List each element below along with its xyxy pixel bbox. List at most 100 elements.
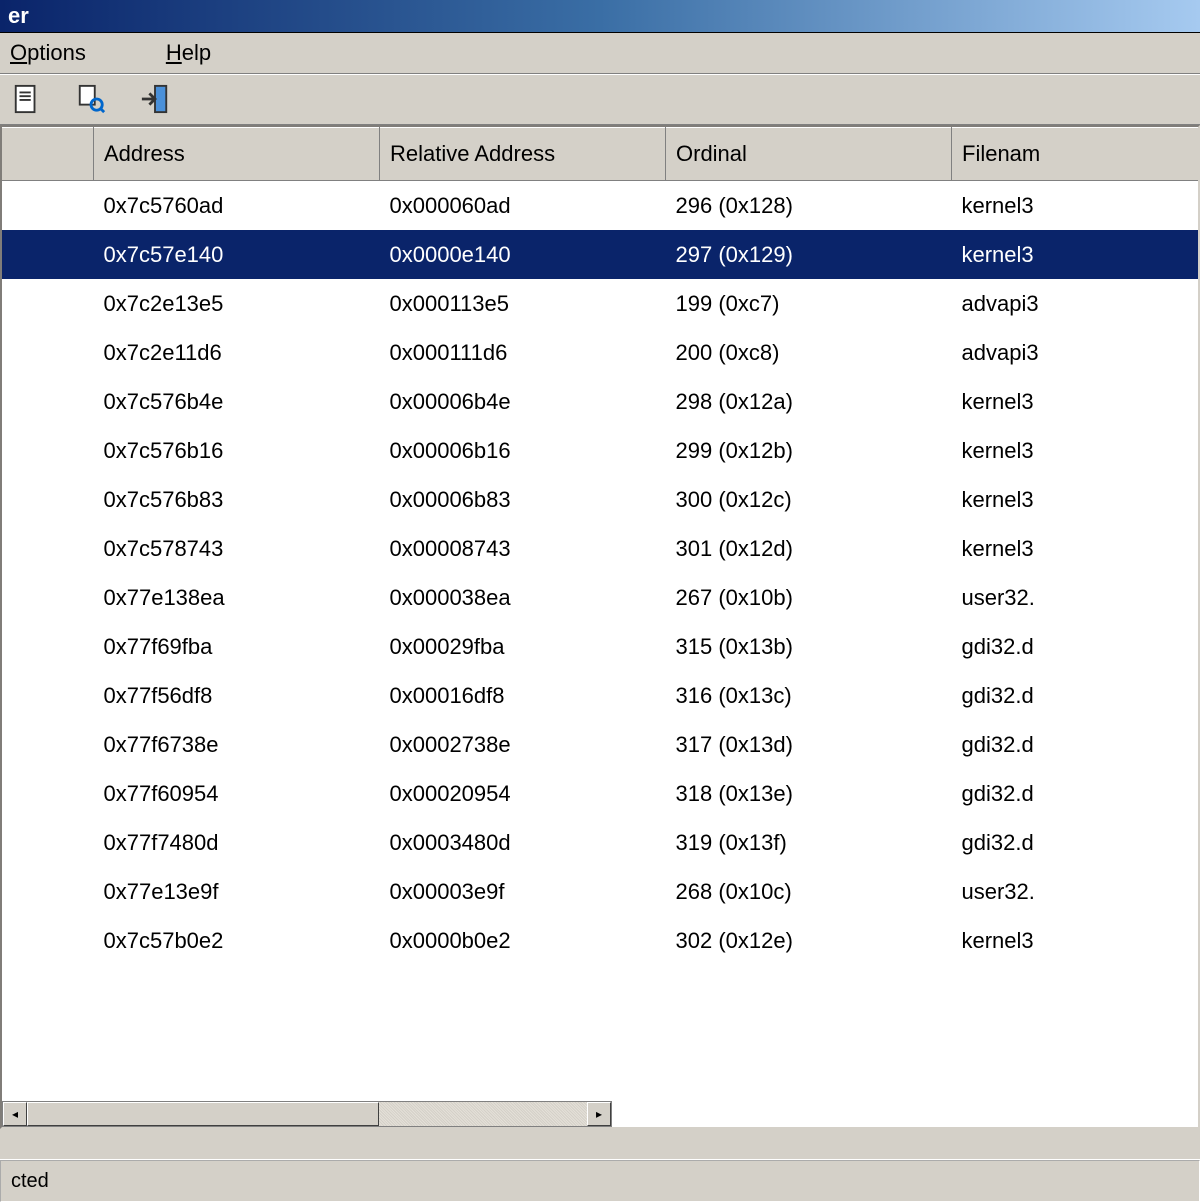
cell-name <box>0 279 94 328</box>
toolbar <box>0 74 1200 125</box>
cell-name: dow <box>0 867 94 916</box>
horizontal-scrollbar[interactable]: ◂ ▸ <box>2 1101 612 1127</box>
cell-file: kernel3 <box>952 475 1200 524</box>
table-row[interactable]: 0x7c576b830x00006b83300 (0x12c)kernel3 <box>0 475 1200 524</box>
cell-rel: 0x000038ea <box>380 573 666 622</box>
table-row[interactable]: us0x77f69fba0x00029fba315 (0x13b)gdi32.d <box>0 622 1200 671</box>
menu-help[interactable]: Help <box>166 40 251 66</box>
title-text: er <box>8 3 29 29</box>
cell-ord: 297 (0x129) <box>666 230 952 279</box>
column-header-filename[interactable]: Filenam <box>952 128 1200 181</box>
cell-ord: 316 (0x13c) <box>666 671 952 720</box>
cell-name <box>0 426 94 475</box>
cell-file: kernel3 <box>952 916 1200 965</box>
exit-icon[interactable] <box>138 82 172 116</box>
column-header-relative-address[interactable]: Relative Address <box>380 128 666 181</box>
cell-ord: 300 (0x12c) <box>666 475 952 524</box>
cell-ord: 199 (0xc7) <box>666 279 952 328</box>
menu-options-rest: ptions <box>27 40 86 65</box>
cell-name: ByHandle <box>0 230 94 279</box>
cell-rel: 0x00006b83 <box>380 475 666 524</box>
cell-addr: 0x77f69fba <box>94 622 380 671</box>
table-row[interactable]: ByHandle0x7c57e1400x0000e140297 (0x129)k… <box>0 230 1200 279</box>
cell-rel: 0x0002738e <box>380 720 666 769</box>
cell-file: gdi32.d <box>952 818 1200 867</box>
cell-ord: 299 (0x12b) <box>666 426 952 475</box>
cell-file: kernel3 <box>952 181 1200 231</box>
column-header-name[interactable] <box>0 128 94 181</box>
list-view[interactable]: Address Relative Address Ordinal Filenam… <box>0 125 1200 1129</box>
table-row[interactable]: 0x77f56df80x00016df8316 (0x13c)gdi32.d <box>0 671 1200 720</box>
cell-ord: 301 (0x12d) <box>666 524 952 573</box>
cell-file: gdi32.d <box>952 720 1200 769</box>
menu-help-rest: elp <box>182 40 211 65</box>
cell-addr: 0x77f6738e <box>94 720 380 769</box>
cell-name <box>0 328 94 377</box>
cell-rel: 0x0000e140 <box>380 230 666 279</box>
cell-addr: 0x77e13e9f <box>94 867 380 916</box>
cell-ord: 200 (0xc8) <box>666 328 952 377</box>
cell-ord: 319 (0x13f) <box>666 818 952 867</box>
cell-ord: 267 (0x10b) <box>666 573 952 622</box>
table-row[interactable]: dow0x77e13e9f0x00003e9f268 (0x10c)user32… <box>0 867 1200 916</box>
column-header-row: Address Relative Address Ordinal Filenam <box>0 128 1200 181</box>
column-header-ordinal[interactable]: Ordinal <box>666 128 952 181</box>
table-row[interactable]: 0x77e138ea0x000038ea267 (0x10b)user32. <box>0 573 1200 622</box>
table-row[interactable]: 0x7c5787430x00008743301 (0x12d)kernel3 <box>0 524 1200 573</box>
table-row[interactable]: nfoW0x77f609540x00020954318 (0x13e)gdi32… <box>0 769 1200 818</box>
cell-rel: 0x000113e5 <box>380 279 666 328</box>
cell-rel: 0x000060ad <box>380 181 666 231</box>
cell-file: user32. <box>952 867 1200 916</box>
cell-ord: 296 (0x128) <box>666 181 952 231</box>
document-properties-icon[interactable] <box>10 82 44 116</box>
cell-rel: 0x0003480d <box>380 818 666 867</box>
scroll-thumb[interactable] <box>27 1102 379 1126</box>
table-row[interactable]: 0x7c576b160x00006b16299 (0x12b)kernel3 <box>0 426 1200 475</box>
cell-ord: 317 (0x13d) <box>666 720 952 769</box>
cell-addr: 0x7c2e11d6 <box>94 328 380 377</box>
table-row[interactable]: 0x7c57b0e20x0000b0e2302 (0x12e)kernel3 <box>0 916 1200 965</box>
cell-rel: 0x00008743 <box>380 524 666 573</box>
cell-addr: 0x77f60954 <box>94 769 380 818</box>
search-icon[interactable] <box>74 82 108 116</box>
status-panel: cted <box>0 1160 1200 1202</box>
scroll-left-button[interactable]: ◂ <box>3 1102 27 1126</box>
table-row[interactable]: nges0x77f7480d0x0003480d319 (0x13f)gdi32… <box>0 818 1200 867</box>
cell-file: kernel3 <box>952 426 1200 475</box>
table-row[interactable]: 0x7c5760ad0x000060ad296 (0x128)kernel3 <box>0 181 1200 231</box>
scroll-track[interactable] <box>27 1102 587 1126</box>
cell-file: gdi32.d <box>952 671 1200 720</box>
cell-name <box>0 573 94 622</box>
cell-addr: 0x7c576b83 <box>94 475 380 524</box>
cell-rel: 0x0000b0e2 <box>380 916 666 965</box>
column-header-address[interactable]: Address <box>94 128 380 181</box>
cell-file: advapi3 <box>952 328 1200 377</box>
cell-addr: 0x7c5760ad <box>94 181 380 231</box>
cell-name <box>0 377 94 426</box>
cell-rel: 0x000111d6 <box>380 328 666 377</box>
scroll-right-button[interactable]: ▸ <box>587 1102 611 1126</box>
cell-addr: 0x7c578743 <box>94 524 380 573</box>
cell-name <box>0 181 94 231</box>
cell-name <box>0 475 94 524</box>
cell-name: us <box>0 622 94 671</box>
status-text: cted <box>11 1170 49 1193</box>
menu-bar: Options Help <box>0 33 1200 74</box>
cell-addr: 0x77e138ea <box>94 573 380 622</box>
cell-ord: 318 (0x13e) <box>666 769 952 818</box>
cell-name <box>0 916 94 965</box>
cell-addr: 0x7c2e13e5 <box>94 279 380 328</box>
cell-rel: 0x00006b4e <box>380 377 666 426</box>
table-row[interactable]: 0x7c576b4e0x00006b4e298 (0x12a)kernel3 <box>0 377 1200 426</box>
menu-options[interactable]: Options <box>10 40 126 66</box>
cell-name: nges <box>0 818 94 867</box>
table-row[interactable]: 0x7c2e11d60x000111d6200 (0xc8)advapi3 <box>0 328 1200 377</box>
cell-ord: 315 (0x13b) <box>666 622 952 671</box>
table-row[interactable]: 0x7c2e13e50x000113e5199 (0xc7)advapi3 <box>0 279 1200 328</box>
cell-file: user32. <box>952 573 1200 622</box>
cell-file: kernel3 <box>952 377 1200 426</box>
table-row[interactable]: nfo0x77f6738e0x0002738e317 (0x13d)gdi32.… <box>0 720 1200 769</box>
cell-rel: 0x00016df8 <box>380 671 666 720</box>
title-bar: er <box>0 0 1200 33</box>
cell-name <box>0 524 94 573</box>
